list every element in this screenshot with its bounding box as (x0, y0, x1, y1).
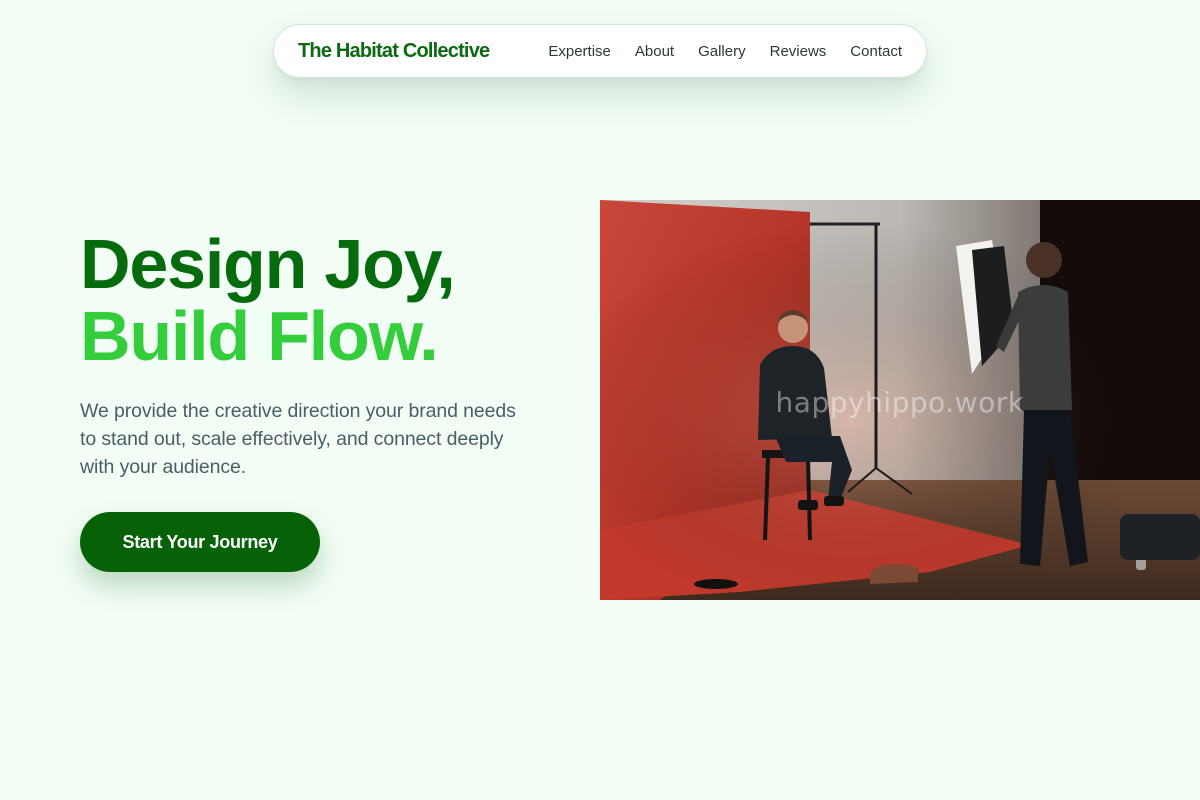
nav-link-about[interactable]: About (635, 43, 674, 60)
landing-page: The Habitat Collective Expertise About G… (0, 0, 1200, 800)
nav-links: Expertise About Gallery Reviews Contact (548, 43, 902, 60)
photo-studio-illustration (600, 200, 1200, 600)
start-journey-button[interactable]: Start Your Journey (80, 512, 320, 572)
hero-image: happyhippo.work (600, 200, 1200, 600)
nav-link-gallery[interactable]: Gallery (698, 43, 746, 60)
nav-link-contact[interactable]: Contact (850, 43, 902, 60)
hero-headline-line-2: Build Flow. (80, 297, 439, 375)
hero-description: We provide the creative direction your b… (80, 400, 516, 478)
hero-headline: Design Joy, Build Flow. (80, 225, 456, 375)
nav-link-expertise[interactable]: Expertise (548, 43, 611, 60)
nav-link-reviews[interactable]: Reviews (770, 43, 827, 60)
brand-logo-text[interactable]: The Habitat Collective (298, 40, 490, 63)
top-nav: The Habitat Collective Expertise About G… (273, 24, 927, 78)
hero-headline-line-1: Design Joy, (80, 225, 456, 303)
